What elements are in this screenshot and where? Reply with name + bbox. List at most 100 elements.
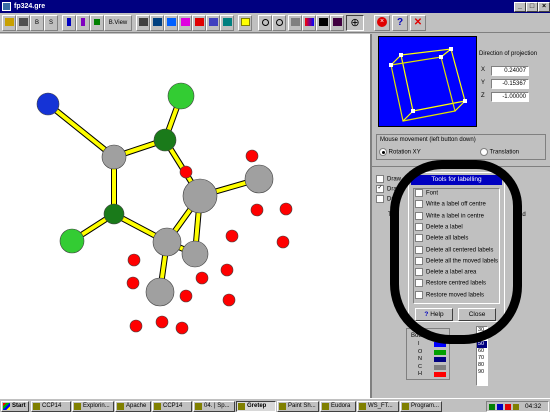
start-button[interactable]: Start xyxy=(1,401,29,412)
atom[interactable] xyxy=(276,235,290,249)
radio-rotation-xy[interactable]: Rotation XY xyxy=(379,148,421,156)
atom[interactable] xyxy=(59,228,85,254)
exit-button[interactable]: ✕ xyxy=(410,15,426,31)
labelling-option[interactable]: Restore moved labels xyxy=(415,290,484,300)
atom[interactable] xyxy=(145,277,175,307)
atom[interactable] xyxy=(179,165,193,179)
tool-12-button[interactable] xyxy=(302,15,316,31)
stop-button[interactable]: × xyxy=(374,15,390,31)
size-item[interactable]: 70 xyxy=(477,355,487,362)
zoom-out-button[interactable] xyxy=(272,15,286,31)
taskbar-item[interactable]: CCP14 xyxy=(152,401,192,412)
atom[interactable] xyxy=(153,128,177,152)
open-file-button[interactable] xyxy=(2,15,16,31)
clock[interactable]: 04:32 xyxy=(525,402,541,411)
labelling-option[interactable]: Write a label off centre xyxy=(415,200,486,209)
draw-checkbox-1[interactable]: Draw xyxy=(376,175,401,183)
close-window-button[interactable]: × xyxy=(538,2,550,12)
x-field[interactable]: 0.24007 xyxy=(491,66,529,76)
minimize-button[interactable]: _ xyxy=(514,2,526,12)
tool-8-button[interactable] xyxy=(192,15,206,31)
color-row[interactable]: C xyxy=(410,364,448,371)
taskbar-item[interactable]: Paint Sh... xyxy=(277,401,319,412)
help-button[interactable]: ? xyxy=(392,15,408,31)
labelling-option[interactable]: Restore centred labels xyxy=(415,279,486,288)
color-row[interactable]: O xyxy=(410,349,448,356)
atom[interactable] xyxy=(195,271,209,285)
atom[interactable] xyxy=(245,149,259,163)
tool-6-button[interactable] xyxy=(164,15,178,31)
taskbar-item[interactable]: Apache xyxy=(115,401,151,412)
taskbar-item[interactable]: Program... xyxy=(400,401,442,412)
close-dialog-button[interactable]: Close xyxy=(458,308,496,321)
save-button[interactable] xyxy=(16,15,30,31)
atom[interactable] xyxy=(127,253,141,267)
maximize-button[interactable]: □ xyxy=(526,2,538,12)
app-icon[interactable] xyxy=(2,2,11,11)
atom[interactable] xyxy=(182,178,218,214)
draw-checkbox-2[interactable]: ✓ Draw xyxy=(376,185,401,193)
labelling-option[interactable]: Delete a label area xyxy=(415,268,476,277)
tool-11-button[interactable] xyxy=(238,15,252,31)
y-field[interactable]: -0.15367 xyxy=(491,79,529,89)
size-item[interactable]: 80 xyxy=(477,362,487,369)
taskbar-item[interactable]: 04. | Sp... xyxy=(193,401,235,412)
taskbar-item[interactable]: Eudora xyxy=(320,401,356,412)
size-item[interactable]: 40 xyxy=(477,334,487,341)
tray-icon-3[interactable] xyxy=(505,404,511,410)
taskbar-item[interactable]: CCP14 xyxy=(31,401,71,412)
atom[interactable] xyxy=(222,293,236,307)
tool-7-button[interactable] xyxy=(178,15,192,31)
s-button[interactable]: S xyxy=(44,15,58,31)
labelling-option[interactable]: Write a label in centre xyxy=(415,211,484,221)
taskbar-item[interactable]: Explorin... xyxy=(72,401,114,412)
molecule-canvas[interactable] xyxy=(0,34,372,398)
tool-10-button[interactable] xyxy=(220,15,234,31)
zoom-in-button[interactable] xyxy=(258,15,272,31)
radio-translation[interactable]: Translation xyxy=(480,148,519,156)
atom[interactable] xyxy=(126,276,140,290)
taskbar-item[interactable]: WS_FT... xyxy=(357,401,399,412)
labelling-option[interactable]: Delete a label xyxy=(415,222,463,232)
atom[interactable] xyxy=(167,82,195,110)
atom[interactable] xyxy=(175,321,189,335)
labelling-option[interactable]: Delete all labels xyxy=(415,234,468,243)
atom[interactable] xyxy=(155,315,169,329)
tool-4-button[interactable] xyxy=(136,15,150,31)
atom[interactable] xyxy=(225,229,239,243)
tool-9-button[interactable] xyxy=(206,15,220,31)
tool-1-button[interactable] xyxy=(62,15,76,31)
size-list[interactable]: 30 40 50 60 70 80 90 xyxy=(476,326,488,386)
tray-icon-2[interactable] xyxy=(497,404,503,410)
atom[interactable] xyxy=(279,202,293,216)
color-row[interactable]: N xyxy=(410,356,448,363)
atom[interactable] xyxy=(179,289,193,303)
color-row[interactable]: I xyxy=(410,341,448,348)
atom[interactable] xyxy=(36,92,60,116)
atom[interactable] xyxy=(129,319,143,333)
atom[interactable] xyxy=(101,144,127,170)
size-item[interactable]: 30 xyxy=(477,327,487,334)
tool-14-button[interactable] xyxy=(330,15,344,31)
color-row[interactable]: H xyxy=(410,371,448,378)
labelling-option[interactable]: Font xyxy=(415,189,438,198)
tray-icon-1[interactable] xyxy=(489,404,495,410)
atom[interactable] xyxy=(220,263,234,277)
tool-13-button[interactable] xyxy=(316,15,330,31)
labelling-option[interactable]: Delete all centered labels xyxy=(415,245,493,255)
tool-3-button[interactable] xyxy=(90,15,104,31)
tray-icon-4[interactable] xyxy=(513,404,519,410)
bview-button[interactable]: B.View xyxy=(104,15,132,31)
draw-checkbox-3[interactable]: Draw xyxy=(376,195,401,203)
tool-5-button[interactable] xyxy=(150,15,164,31)
labelling-option[interactable]: Delete all the moved labels xyxy=(415,256,498,266)
atom[interactable] xyxy=(244,164,274,194)
taskbar-item[interactable]: Gretep xyxy=(236,401,276,412)
z-field[interactable]: -1.00000 xyxy=(491,92,529,102)
atom[interactable] xyxy=(181,240,209,268)
atom[interactable] xyxy=(103,203,125,225)
atom[interactable] xyxy=(152,227,182,257)
atom[interactable] xyxy=(250,203,264,217)
size-item[interactable]: 50 xyxy=(477,341,487,348)
size-item[interactable]: 90 xyxy=(477,369,487,376)
